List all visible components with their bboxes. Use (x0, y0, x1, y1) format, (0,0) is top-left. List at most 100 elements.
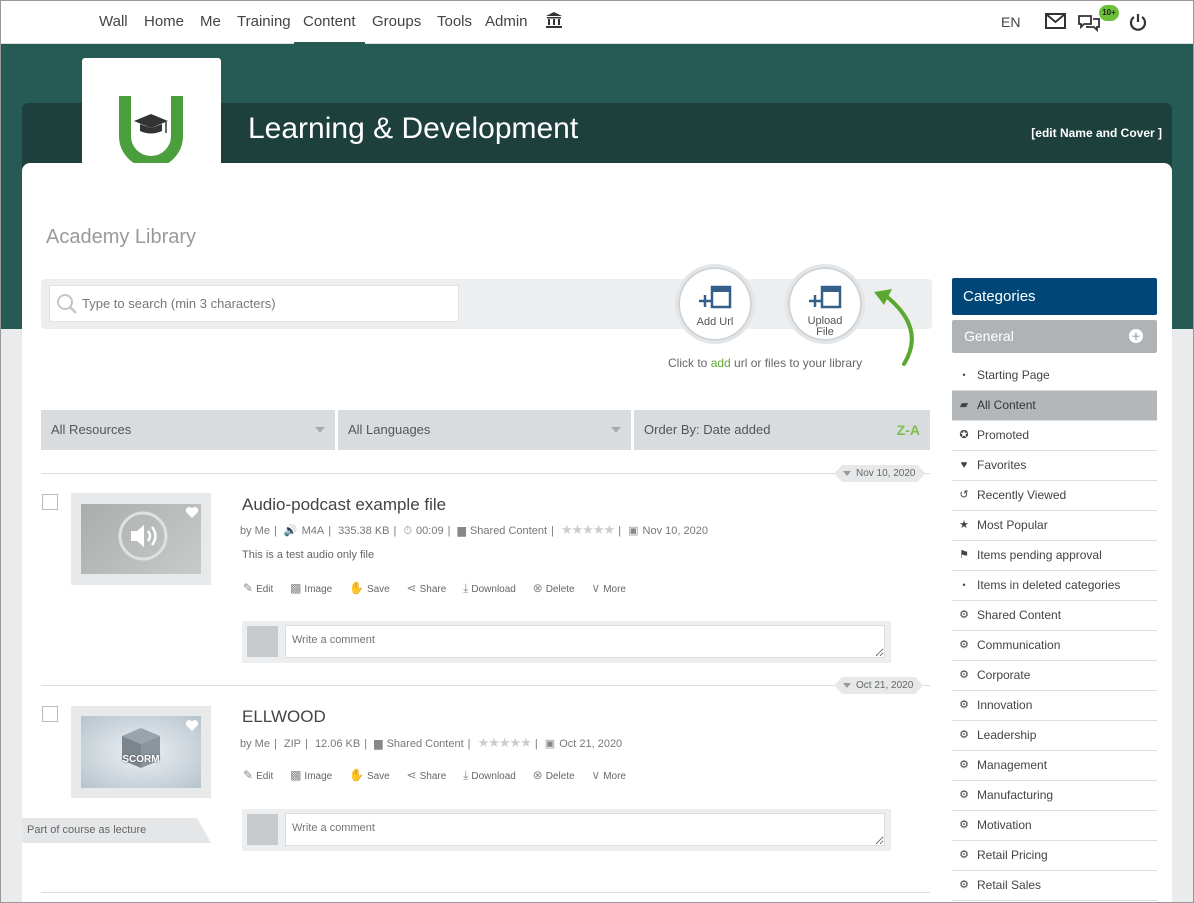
pending-icon: ⚑ (959, 549, 969, 561)
category-item[interactable]: ⚙ Retail Pricing (952, 841, 1157, 871)
delete-button[interactable]: ⊗ Delete (533, 581, 575, 595)
item-date: Oct 21, 2020 (559, 738, 623, 750)
category-item-label: Retail Pricing (977, 848, 1048, 862)
download-button[interactable]: ⤓ Download (463, 768, 516, 783)
category-item[interactable]: ♥ Favorites (952, 451, 1157, 481)
item-author: by Me (240, 525, 270, 537)
nav-admin[interactable]: Admin (485, 0, 528, 44)
save-button[interactable]: ✋ Save (349, 768, 390, 782)
item-divider (41, 473, 930, 474)
item-meta: by Me | 🔊 M4A | 335.38 KB | ⏱ 00:09 | ▆ Shared … (240, 522, 708, 537)
category-item[interactable]: ★ Most Popular (952, 511, 1157, 541)
item-type: ZIP (283, 738, 302, 750)
languages-filter-value: All Languages (348, 422, 431, 437)
category-item[interactable]: ⚙ Shared Content (952, 601, 1157, 631)
share-button[interactable]: ⋖ Share (407, 581, 447, 595)
chat-icon[interactable] (1077, 14, 1101, 32)
item-thumbnail[interactable] (71, 493, 211, 585)
category-item[interactable]: • Items in deleted categories (952, 571, 1157, 601)
category-item[interactable]: ⚙ Innovation (952, 691, 1157, 721)
comment-box (242, 809, 891, 851)
category-item[interactable]: ⚙ Leadership (952, 721, 1157, 751)
date-badge-text: Nov 10, 2020 (856, 468, 916, 479)
add-category-icon[interactable]: + (1129, 329, 1143, 343)
save-icon: ✋ (349, 768, 364, 782)
library-title: Academy Library (46, 226, 197, 248)
item-duration: 00:09 (416, 525, 444, 537)
rating-stars[interactable]: ★★★★★ (561, 522, 615, 537)
mail-icon[interactable] (1045, 13, 1066, 29)
nav-groups[interactable]: Groups (372, 0, 421, 44)
favorite-heart-icon[interactable] (185, 719, 199, 732)
category-item[interactable]: ⚙ Management (952, 751, 1157, 781)
nav-wall[interactable]: Wall (99, 0, 128, 44)
item-title[interactable]: ELLWOOD (242, 707, 326, 727)
sort-direction-toggle[interactable]: Z-A (897, 410, 920, 450)
item-checkbox[interactable] (42, 494, 58, 510)
category-item[interactable]: • Starting Page (952, 361, 1157, 391)
nav-tools[interactable]: Tools (437, 0, 472, 44)
save-icon: ✋ (349, 581, 364, 595)
category-group-label: General (964, 328, 1014, 344)
category-item-label: Shared Content (977, 608, 1062, 622)
download-button[interactable]: ⤓ Download (463, 581, 516, 596)
image-button[interactable]: ▩ Image (290, 768, 332, 782)
edit-icon: ✎ (243, 768, 254, 782)
order-by-filter[interactable]: Order By: Date added Z-A (634, 410, 930, 450)
category-item[interactable]: ⚑ Items pending approval (952, 541, 1157, 571)
gears-icon: ⚙ (959, 699, 969, 711)
chevron-down-icon (315, 427, 325, 433)
institution-icon[interactable] (545, 11, 563, 29)
save-label: Save (366, 584, 390, 595)
add-url-button[interactable]: Add Url (675, 264, 755, 344)
calendar-icon: ▣ (544, 738, 556, 750)
nav-me[interactable]: Me (200, 0, 221, 44)
favorite-heart-icon[interactable] (185, 506, 199, 519)
nav-home[interactable]: Home (144, 0, 184, 44)
image-button[interactable]: ▩ Image (290, 581, 332, 595)
comment-input[interactable] (285, 625, 885, 658)
item-meta: by Me | ZIP | 12.06 KB | ▆ Shared Content | ★… (240, 735, 623, 750)
rating-stars[interactable]: ★★★★★ (478, 735, 532, 750)
share-label: Share (419, 584, 447, 595)
category-item-label: Promoted (977, 428, 1030, 442)
nav-training[interactable]: Training (237, 0, 291, 44)
search-input[interactable] (82, 286, 452, 321)
edit-button[interactable]: ✎ Edit (243, 768, 273, 782)
category-item[interactable]: ⚙ Corporate (952, 661, 1157, 691)
power-icon[interactable] (1129, 13, 1147, 31)
save-button[interactable]: ✋ Save (349, 581, 390, 595)
category-item[interactable]: ⚙ Manufacturing (952, 781, 1157, 811)
nav-content[interactable]: Content (294, 0, 365, 44)
chevron-down-icon (843, 471, 851, 476)
more-button[interactable]: ∨ More (591, 768, 626, 782)
category-item[interactable]: ▰ All Content (952, 391, 1157, 421)
upload-file-button[interactable]: Upload File (785, 264, 865, 344)
category-group-general[interactable]: General + (952, 320, 1157, 353)
category-item[interactable]: ✪ Promoted (952, 421, 1157, 451)
comment-input[interactable] (285, 813, 885, 846)
category-item[interactable]: ⚙ Motivation (952, 811, 1157, 841)
more-button[interactable]: ∨ More (591, 581, 626, 595)
image-icon: ▩ (290, 581, 302, 595)
item-title[interactable]: Audio-podcast example file (242, 495, 446, 515)
delete-button[interactable]: ⊗ Delete (533, 768, 575, 782)
speaker-icon (118, 511, 168, 561)
share-button[interactable]: ⋖ Share (407, 768, 447, 782)
edit-name-cover-link[interactable]: [edit Name and Cover ] (1031, 126, 1162, 140)
delete-label: Delete (545, 771, 575, 782)
category-item[interactable]: ⚙ Communication (952, 631, 1157, 661)
languages-filter[interactable]: All Languages (338, 410, 631, 450)
curved-arrow-icon (874, 289, 914, 366)
gears-icon: ⚙ (959, 759, 969, 771)
share-label: Share (419, 771, 447, 782)
item-thumbnail[interactable]: SCORM (71, 706, 211, 798)
item-checkbox[interactable] (42, 706, 58, 722)
category-item-label: Innovation (977, 698, 1033, 712)
language-selector[interactable]: EN (1001, 0, 1020, 44)
category-item[interactable]: ⚙ Retail Sales (952, 871, 1157, 901)
edit-button[interactable]: ✎ Edit (243, 581, 273, 595)
category-item[interactable]: ↺ Recently Viewed (952, 481, 1157, 511)
category-item-label: Motivation (977, 818, 1032, 832)
resources-filter[interactable]: All Resources (41, 410, 335, 450)
